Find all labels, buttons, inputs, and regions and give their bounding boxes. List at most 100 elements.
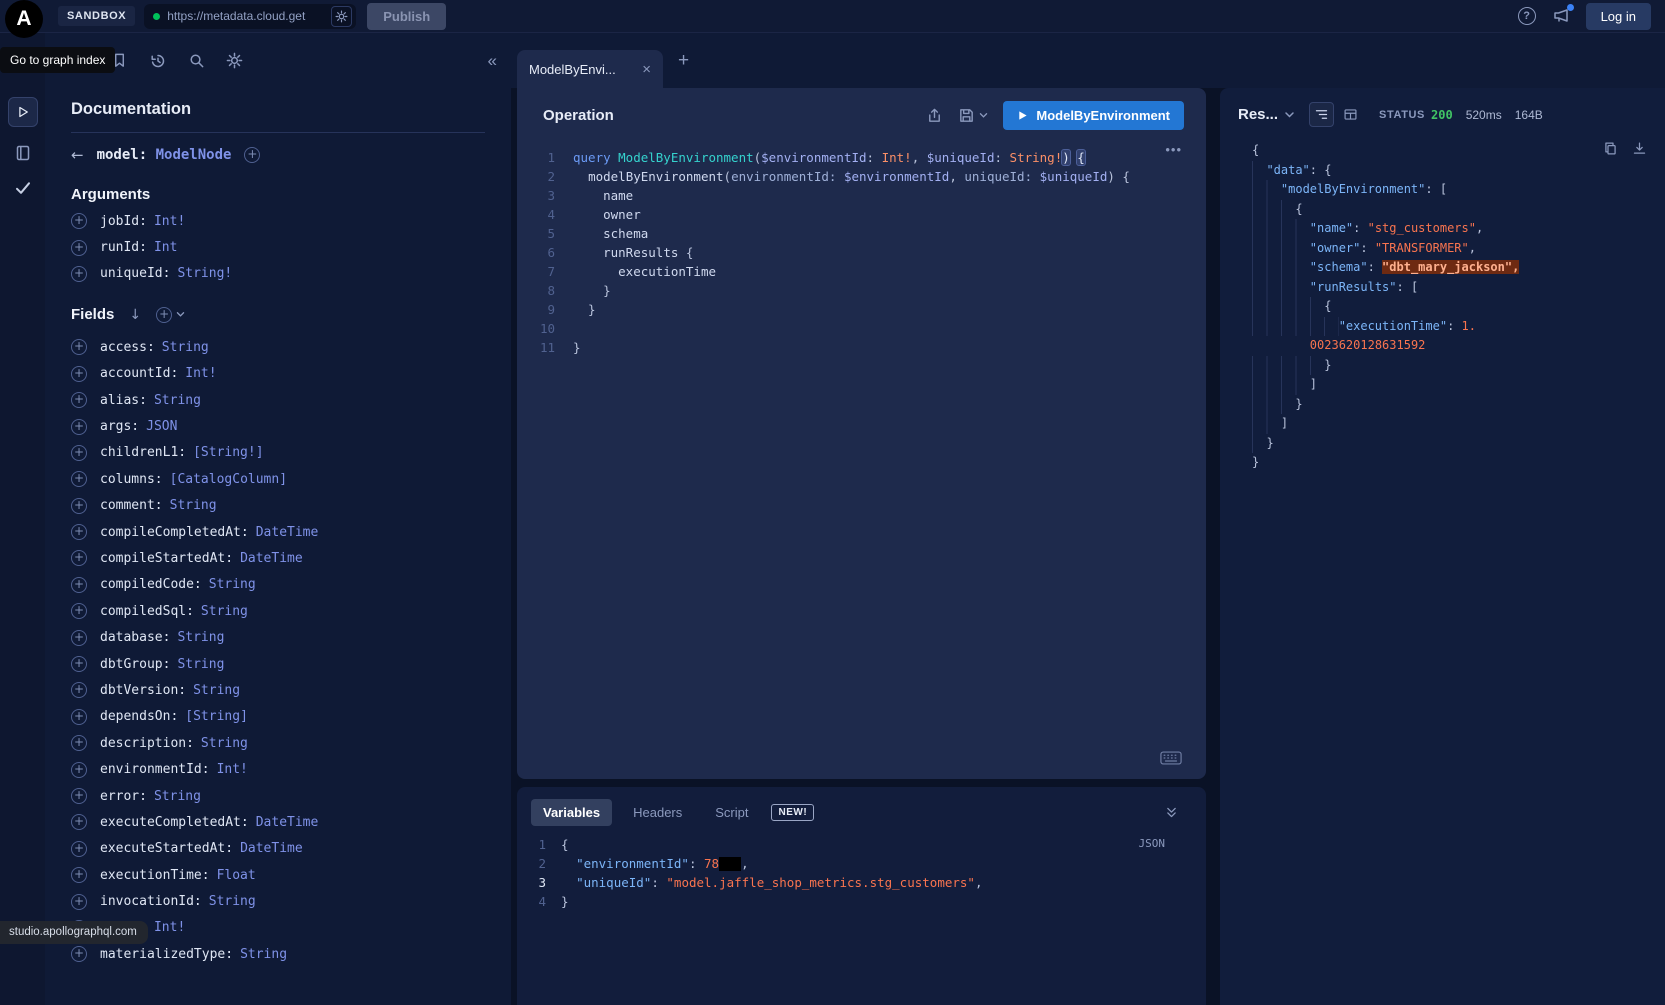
code-line[interactable]: 2 "environmentId": 78, bbox=[523, 854, 1206, 873]
code-line[interactable]: 5 schema bbox=[529, 224, 1206, 243]
tab-headers[interactable]: Headers bbox=[621, 799, 694, 826]
add-to-operation-icon[interactable]: + bbox=[71, 788, 87, 804]
apollo-logo[interactable]: A bbox=[5, 0, 43, 38]
code-line[interactable]: 3 "uniqueId": "model.jaffle_shop_metrics… bbox=[523, 873, 1206, 892]
add-to-operation-icon[interactable]: + bbox=[71, 894, 87, 910]
field-row[interactable]: +error:String bbox=[71, 783, 485, 809]
add-to-operation-icon[interactable]: + bbox=[71, 240, 87, 256]
collections-icon[interactable] bbox=[14, 144, 32, 162]
add-to-operation-icon[interactable]: + bbox=[71, 762, 87, 778]
code-line[interactable]: ] bbox=[1252, 375, 1651, 395]
operation-tab[interactable]: ModelByEnvi... × bbox=[517, 50, 663, 88]
response-json[interactable]: {"data": {"modelByEnvironment": [{"name"… bbox=[1252, 141, 1651, 473]
code-line[interactable]: } bbox=[1252, 453, 1651, 473]
field-row[interactable]: +database:String bbox=[71, 624, 485, 650]
add-to-operation-icon[interactable]: + bbox=[71, 735, 87, 751]
add-all-fields-button[interactable]: + bbox=[156, 307, 185, 323]
login-button[interactable]: Log in bbox=[1586, 3, 1651, 30]
argument-row[interactable]: +runId:Int bbox=[71, 234, 485, 260]
save-operation-button[interactable] bbox=[958, 107, 988, 124]
field-row[interactable]: +executionTime:Float bbox=[71, 862, 485, 888]
help-icon[interactable]: ? bbox=[1518, 7, 1536, 25]
chevron-down-icon[interactable] bbox=[1284, 111, 1295, 119]
tree-view-icon[interactable] bbox=[1309, 102, 1334, 127]
argument-row[interactable]: +jobId:Int! bbox=[71, 208, 485, 234]
code-line[interactable]: 10 bbox=[529, 319, 1206, 338]
settings-gear-icon[interactable] bbox=[226, 52, 243, 69]
add-to-operation-icon[interactable]: + bbox=[71, 524, 87, 540]
field-row[interactable]: +compileStartedAt:DateTime bbox=[71, 545, 485, 571]
tab-variables[interactable]: Variables bbox=[531, 799, 612, 826]
add-to-operation-icon[interactable]: + bbox=[71, 682, 87, 698]
code-line[interactable]: { bbox=[1252, 297, 1651, 317]
code-line[interactable]: "modelByEnvironment": [ bbox=[1252, 180, 1651, 200]
variables-editor[interactable]: 1{2 "environmentId": 78,3 "uniqueId": "m… bbox=[523, 835, 1206, 911]
code-line[interactable]: { bbox=[1252, 141, 1651, 161]
operation-editor[interactable]: 1query ModelByEnvironment($environmentId… bbox=[517, 138, 1206, 779]
code-line[interactable]: 6 runResults { bbox=[529, 243, 1206, 262]
checks-icon[interactable] bbox=[14, 179, 32, 197]
code-line[interactable]: "runResults": [ bbox=[1252, 278, 1651, 298]
field-row[interactable]: +dbtVersion:String bbox=[71, 677, 485, 703]
megaphone-icon[interactable] bbox=[1552, 7, 1570, 25]
code-line[interactable]: 3 name bbox=[529, 186, 1206, 205]
collapse-panel-icon[interactable] bbox=[1165, 806, 1178, 819]
endpoint-url-field[interactable]: https://metadata.cloud.get bbox=[144, 4, 356, 29]
code-line[interactable]: 4 owner bbox=[529, 205, 1206, 224]
code-line[interactable]: } bbox=[1252, 395, 1651, 415]
add-to-operation-icon[interactable]: + bbox=[71, 471, 87, 487]
field-row[interactable]: +dbtGroup:String bbox=[71, 651, 485, 677]
field-row[interactable]: +executeStartedAt:DateTime bbox=[71, 836, 485, 862]
field-row[interactable]: +args:JSON bbox=[71, 413, 485, 439]
more-options-icon[interactable]: ••• bbox=[1165, 142, 1182, 157]
new-tab-button[interactable]: + bbox=[678, 50, 689, 72]
add-to-operation-icon[interactable]: + bbox=[71, 498, 87, 514]
code-line[interactable]: { bbox=[1252, 200, 1651, 220]
code-line[interactable]: 7 executionTime bbox=[529, 262, 1206, 281]
code-line[interactable]: 2 modelByEnvironment(environmentId: $env… bbox=[529, 167, 1206, 186]
add-to-operation-icon[interactable]: + bbox=[71, 814, 87, 830]
field-row[interactable]: +compiledCode:String bbox=[71, 572, 485, 598]
add-to-operation-icon[interactable]: + bbox=[71, 867, 87, 883]
field-row[interactable]: +environmentId:Int! bbox=[71, 756, 485, 782]
add-to-operation-icon[interactable]: + bbox=[71, 213, 87, 229]
argument-row[interactable]: +uniqueId:String! bbox=[71, 261, 485, 287]
field-row[interactable]: +alias:String bbox=[71, 387, 485, 413]
share-icon[interactable] bbox=[926, 107, 943, 124]
field-row[interactable]: +accountId:Int! bbox=[71, 361, 485, 387]
field-row[interactable]: +compileCompletedAt:DateTime bbox=[71, 519, 485, 545]
add-to-operation-icon[interactable]: + bbox=[71, 419, 87, 435]
close-tab-icon[interactable]: × bbox=[642, 61, 651, 78]
code-line[interactable]: 11} bbox=[529, 338, 1206, 357]
back-icon[interactable]: ← bbox=[71, 146, 84, 164]
code-line[interactable]: "name": "stg_customers", bbox=[1252, 219, 1651, 239]
field-row[interactable]: +dependsOn:[String] bbox=[71, 704, 485, 730]
run-operation-button[interactable]: ModelByEnvironment bbox=[1003, 101, 1184, 130]
field-row[interactable]: +materializedType:String bbox=[71, 941, 485, 967]
sort-fields-icon[interactable]: ↓ bbox=[129, 307, 141, 323]
code-line[interactable]: ] bbox=[1252, 414, 1651, 434]
add-to-operation-icon[interactable]: + bbox=[71, 630, 87, 646]
code-line[interactable]: 4} bbox=[523, 892, 1206, 911]
field-row[interactable]: +invocationId:String bbox=[71, 888, 485, 914]
table-view-icon[interactable] bbox=[1338, 102, 1363, 127]
field-row[interactable]: +comment:String bbox=[71, 493, 485, 519]
add-to-operation-icon[interactable]: + bbox=[71, 577, 87, 593]
keyboard-shortcuts-icon[interactable] bbox=[1160, 751, 1182, 765]
code-line[interactable]: "schema": "dbt_mary_jackson", bbox=[1252, 258, 1651, 278]
code-line[interactable]: 1query ModelByEnvironment($environmentId… bbox=[529, 148, 1206, 167]
copy-icon[interactable] bbox=[1603, 141, 1618, 156]
field-row[interactable]: +compiledSql:String bbox=[71, 598, 485, 624]
publish-button[interactable]: Publish bbox=[367, 3, 446, 30]
endpoint-settings-gear-icon[interactable] bbox=[331, 6, 352, 27]
download-icon[interactable] bbox=[1632, 141, 1647, 156]
add-to-operation-icon[interactable]: + bbox=[71, 550, 87, 566]
field-row[interactable]: +childrenL1:[String!] bbox=[71, 440, 485, 466]
add-to-operation-icon[interactable]: + bbox=[71, 392, 87, 408]
add-to-operation-icon[interactable]: + bbox=[71, 841, 87, 857]
code-line[interactable]: 1{ bbox=[523, 835, 1206, 854]
code-line[interactable]: } bbox=[1252, 434, 1651, 454]
code-line[interactable]: "data": { bbox=[1252, 161, 1651, 181]
add-to-operation-icon[interactable]: + bbox=[71, 266, 87, 282]
search-icon[interactable] bbox=[188, 52, 205, 69]
